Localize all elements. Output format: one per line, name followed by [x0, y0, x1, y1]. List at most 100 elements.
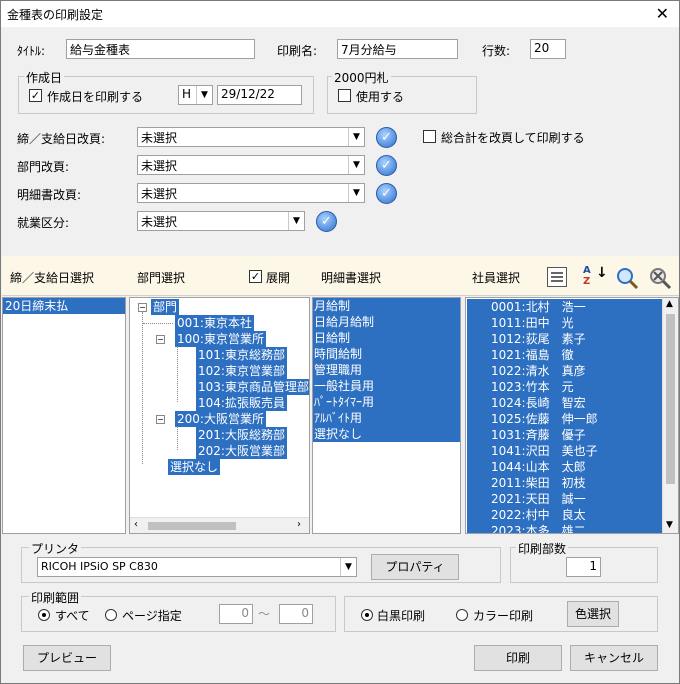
- color-select-button[interactable]: 色選択: [567, 601, 619, 627]
- list-item[interactable]: 日給月給制: [314, 314, 460, 330]
- vertical-scrollbar[interactable]: ▲ ▼: [662, 298, 678, 533]
- list-item[interactable]: 20日締末払: [3, 298, 125, 314]
- list-item[interactable]: 月給制: [314, 298, 460, 314]
- collapse-icon[interactable]: −: [156, 415, 165, 424]
- print-date-checkbox[interactable]: ✓: [29, 89, 42, 102]
- list-item[interactable]: 1023:竹本 元: [491, 379, 662, 395]
- check-icon[interactable]: ✓: [316, 211, 337, 232]
- tree-item[interactable]: 選択なし: [168, 459, 221, 475]
- scroll-thumb[interactable]: [666, 314, 675, 484]
- closing-break-label: 締／支給日改頁:: [17, 132, 106, 146]
- tree-item[interactable]: 102:東京営業部: [196, 363, 287, 379]
- tree-item[interactable]: 001:東京本社: [175, 315, 254, 331]
- tree-item[interactable]: 200:大阪営業所: [175, 411, 266, 427]
- list-item[interactable]: 一般社員用: [314, 378, 460, 394]
- era-select[interactable]: H ▼: [178, 85, 213, 105]
- cancel-button[interactable]: キャンセル: [570, 645, 658, 671]
- tree-item[interactable]: 部門: [151, 299, 180, 315]
- statement-break-value: 未選択: [141, 187, 178, 201]
- era-value: H: [182, 87, 192, 101]
- list-item[interactable]: 2011:柴田 初枝: [491, 475, 662, 491]
- list-item[interactable]: 2022:村中 良太: [491, 507, 662, 523]
- list-item[interactable]: 1041:沢田 美也子: [491, 443, 662, 459]
- mono-label: 白黒印刷: [377, 609, 426, 623]
- tree-item[interactable]: 201:大阪総務部: [196, 427, 287, 443]
- scroll-right-icon[interactable]: ›: [297, 519, 301, 530]
- creation-date-group-label: 作成日: [24, 69, 65, 86]
- collapse-icon[interactable]: −: [138, 303, 147, 312]
- statement-break-label: 明細書改頁:: [17, 188, 82, 202]
- list-item[interactable]: 1031:斉藤 優子: [491, 427, 662, 443]
- list-item[interactable]: 1012:荻尾 素子: [491, 331, 662, 347]
- list-item[interactable]: 時間給制: [314, 346, 460, 362]
- sort-az-icon[interactable]: A Z ↓: [583, 265, 608, 291]
- rows-input[interactable]: 20: [530, 39, 566, 59]
- range-page-radio[interactable]: [105, 609, 117, 621]
- tree-connector: [177, 346, 178, 402]
- list-item[interactable]: 1021:福島 徹: [491, 347, 662, 363]
- color-radio[interactable]: [456, 609, 468, 621]
- scroll-up-icon[interactable]: ▲: [666, 299, 673, 309]
- printer-group-label: プリンタ: [29, 540, 82, 557]
- closing-date-list[interactable]: 20日締末払: [2, 297, 126, 534]
- date-input[interactable]: 29/12/22: [217, 85, 302, 105]
- check-icon[interactable]: ✓: [376, 155, 397, 176]
- window-title: 金種表の印刷設定: [7, 8, 104, 22]
- tree-item[interactable]: 103:東京商品管理部: [196, 379, 309, 395]
- expand-checkbox[interactable]: ✓: [249, 270, 262, 283]
- statement-break-select[interactable]: 未選択 ▼: [137, 183, 365, 203]
- list-item[interactable]: 1022:清水 真彦: [491, 363, 662, 379]
- close-icon[interactable]: ✕: [656, 4, 669, 23]
- chevron-down-icon: ▼: [340, 558, 356, 576]
- scroll-down-icon[interactable]: ▼: [666, 520, 673, 530]
- page-from-input[interactable]: 0: [219, 604, 253, 624]
- check-icon[interactable]: ✓: [376, 183, 397, 204]
- tree-item[interactable]: 104:拡張販売員: [196, 395, 287, 411]
- closing-break-select[interactable]: 未選択 ▼: [137, 127, 365, 147]
- list-item[interactable]: 2021:天田 誠一: [491, 491, 662, 507]
- horizontal-scrollbar[interactable]: ‹ ›: [130, 517, 309, 533]
- tree-item[interactable]: 101:東京総務部: [196, 347, 287, 363]
- printer-select[interactable]: RICOH IPSiO SP C830 ▼: [37, 557, 357, 577]
- list-item[interactable]: 選択なし: [314, 426, 460, 442]
- printer-name: RICOH IPSiO SP C830: [41, 560, 158, 573]
- property-button[interactable]: プロパティ: [371, 554, 459, 580]
- title-input[interactable]: 給与金種表: [66, 39, 255, 59]
- scroll-thumb[interactable]: [148, 522, 236, 530]
- clear-search-icon[interactable]: [648, 266, 672, 290]
- mono-radio[interactable]: [361, 609, 373, 621]
- tree-connector: [142, 312, 143, 464]
- list-item[interactable]: ｱﾙﾊﾞｲﾄ用: [314, 410, 460, 426]
- list-view-icon[interactable]: [547, 267, 567, 287]
- list-item[interactable]: 日給制: [314, 330, 460, 346]
- print-button[interactable]: 印刷: [474, 645, 562, 671]
- dept-break-select[interactable]: 未選択 ▼: [137, 155, 365, 175]
- list-item[interactable]: 1011:田中 光: [491, 315, 662, 331]
- search-icon[interactable]: [615, 266, 639, 290]
- list-item[interactable]: 管理職用: [314, 362, 460, 378]
- tree-item[interactable]: 100:東京営業所: [175, 331, 266, 347]
- preview-button[interactable]: プレビュー: [23, 645, 111, 671]
- expand-label: 展開: [266, 271, 291, 285]
- list-item[interactable]: 0001:北村 浩一: [491, 299, 662, 315]
- list-item[interactable]: 2023:本多 雄二: [491, 523, 662, 533]
- list-item[interactable]: 1025:佐藤 伸一郎: [491, 411, 662, 427]
- list-item[interactable]: ﾊﾟｰﾄﾀｲﾏｰ用: [314, 394, 460, 410]
- scroll-left-icon[interactable]: ‹: [134, 519, 138, 530]
- page-to-input[interactable]: 0: [279, 604, 313, 624]
- statement-list[interactable]: 月給制 日給月給制 日給制 時間給制 管理職用 一般社員用 ﾊﾟｰﾄﾀｲﾏｰ用 …: [312, 297, 461, 534]
- list-item[interactable]: 1044:山本 太郎: [491, 459, 662, 475]
- department-tree[interactable]: − 部門 001:東京本社 − 100:東京営業所 101:東京総務部 102:…: [129, 297, 310, 534]
- tree-item[interactable]: 202:大阪営業部: [196, 443, 287, 459]
- range-all-radio[interactable]: [38, 609, 50, 621]
- statement-items: 月給制 日給月給制 日給制 時間給制 管理職用 一般社員用 ﾊﾟｰﾄﾀｲﾏｰ用 …: [313, 298, 460, 442]
- total-break-checkbox[interactable]: [423, 130, 436, 143]
- check-icon[interactable]: ✓: [376, 127, 397, 148]
- list-item[interactable]: 1024:長崎 智宏: [491, 395, 662, 411]
- print-name-input[interactable]: 7月分給与: [337, 39, 458, 59]
- employee-list[interactable]: 0001:北村 浩一 1011:田中 光 1012:荻尾 素子 1021:福島 …: [465, 297, 679, 534]
- collapse-icon[interactable]: −: [156, 335, 165, 344]
- yen2000-use-checkbox[interactable]: [338, 89, 351, 102]
- work-type-select[interactable]: 未選択 ▼: [137, 211, 305, 231]
- copies-input[interactable]: 1: [566, 557, 601, 577]
